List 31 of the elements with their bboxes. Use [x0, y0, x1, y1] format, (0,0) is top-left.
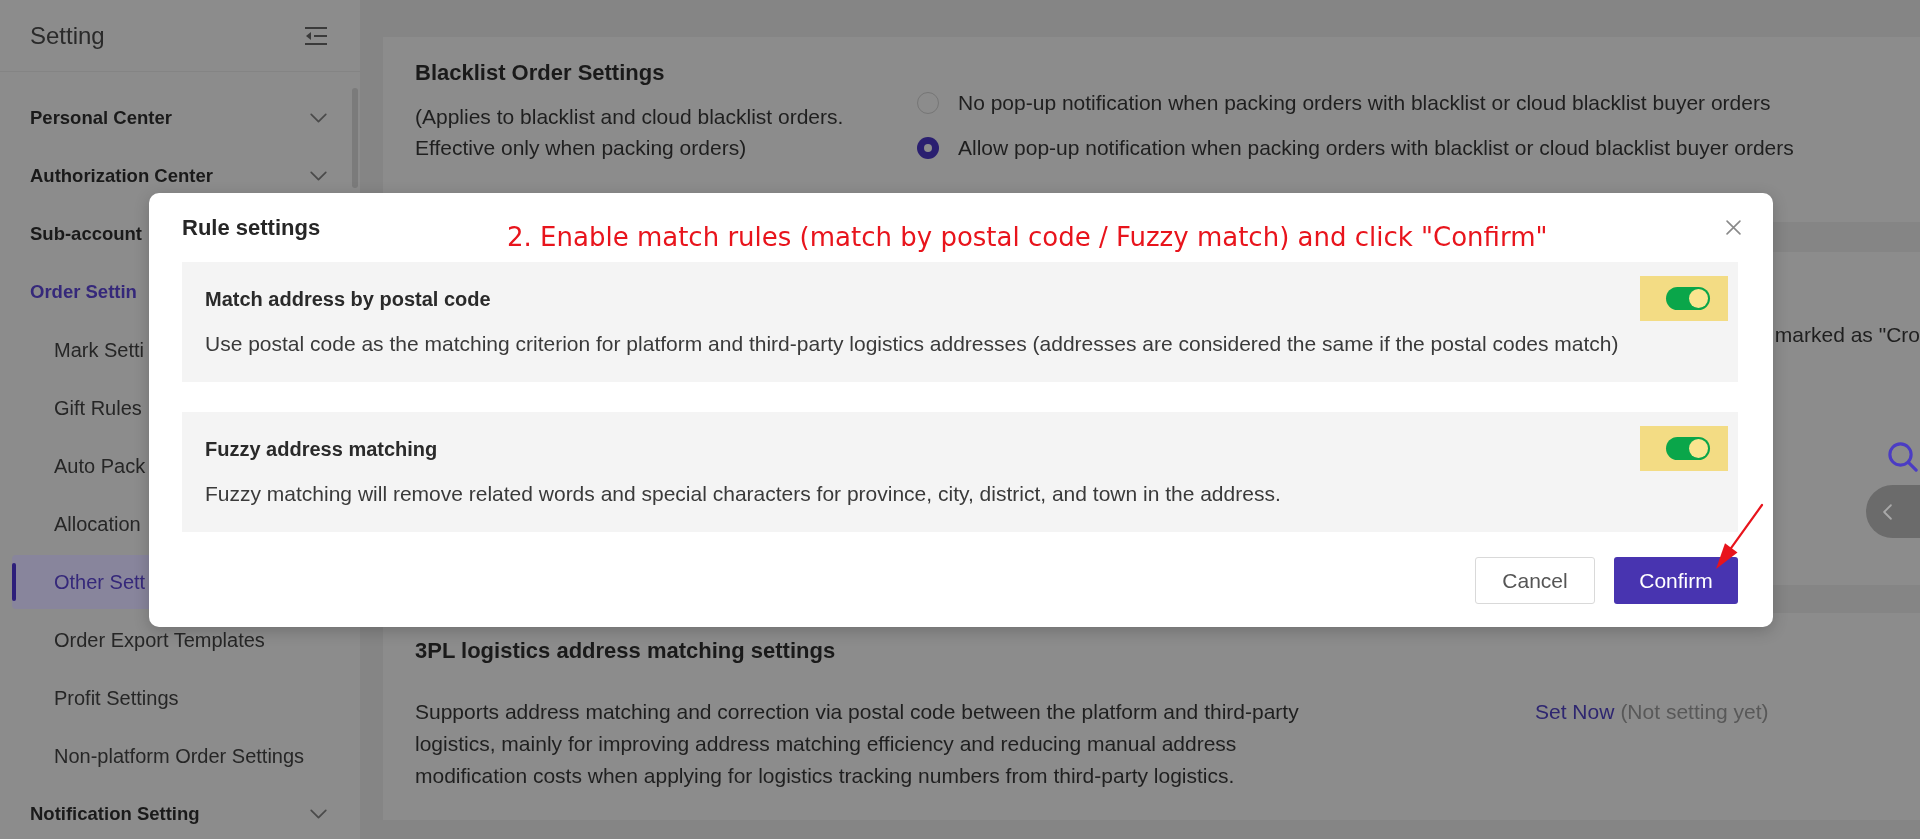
radio-option[interactable]: Allow pop-up notification when packing orders with blacklist or cloud blacklist buyer orders	[917, 133, 1794, 163]
sidebar-item[interactable]: Notification Setting	[0, 787, 360, 839]
collapse-tab[interactable]	[1866, 485, 1920, 538]
radio-option[interactable]: No pop-up notification when packing orders with blacklist or cloud blacklist buyer orders	[917, 88, 1794, 118]
rule-title: Match address by postal code	[205, 286, 491, 312]
section-description: Supports address matching and correction via postal code between the platform and third-party logistics, mainly for improving address matching efficiency and reducing manual address modification costs when applying for logistics tracking numbers from third-party logistics.	[415, 699, 1300, 789]
sidebar-item[interactable]: Non-platform Order Settings	[12, 729, 348, 783]
toggle-switch[interactable]	[1666, 287, 1710, 310]
annotation-text: 2. Enable match rules (match by postal code / Fuzzy match) and click "Confirm"	[507, 221, 1548, 254]
chevron-left-icon	[1883, 503, 1892, 520]
radio-button[interactable]	[917, 137, 939, 159]
sidebar-item[interactable]: Personal Center	[0, 91, 360, 145]
dialog-title: Rule settings	[182, 214, 322, 242]
cancel-button[interactable]: Cancel	[1475, 557, 1595, 604]
rule-description: Use postal code as the matching criterion for platform and third-party logistics addresses (addresses are considered the same if the postal codes match)	[205, 331, 1620, 357]
sidebar-item[interactable]: Profit Settings	[12, 671, 348, 725]
setting-text: marked as "Cro	[1774, 323, 1920, 347]
sidebar-item[interactable]: Authorization Center	[0, 149, 360, 203]
section-description: (Applies to blacklist and cloud blacklist orders. Effective only when packing orders)	[415, 104, 845, 161]
confirm-button[interactable]: Confirm	[1614, 557, 1738, 604]
section-title: Blacklist Order Settings	[415, 60, 666, 86]
collapse-sidebar-icon[interactable]	[305, 26, 327, 45]
search-icon[interactable]	[1888, 442, 1918, 472]
rule-title: Fuzzy address matching	[205, 436, 438, 462]
sidebar-title: Setting	[30, 20, 105, 51]
close-icon[interactable]	[1726, 220, 1741, 235]
rule-description: Fuzzy matching will remove related words and special characters for province, city, district, and town in the address.	[205, 481, 1282, 507]
annotation-arrow	[1714, 503, 1764, 571]
section-title: 3PL logistics address matching settings	[415, 638, 837, 664]
toggle-switch[interactable]	[1666, 437, 1710, 460]
set-now-link[interactable]: Set Now	[1535, 696, 1615, 728]
